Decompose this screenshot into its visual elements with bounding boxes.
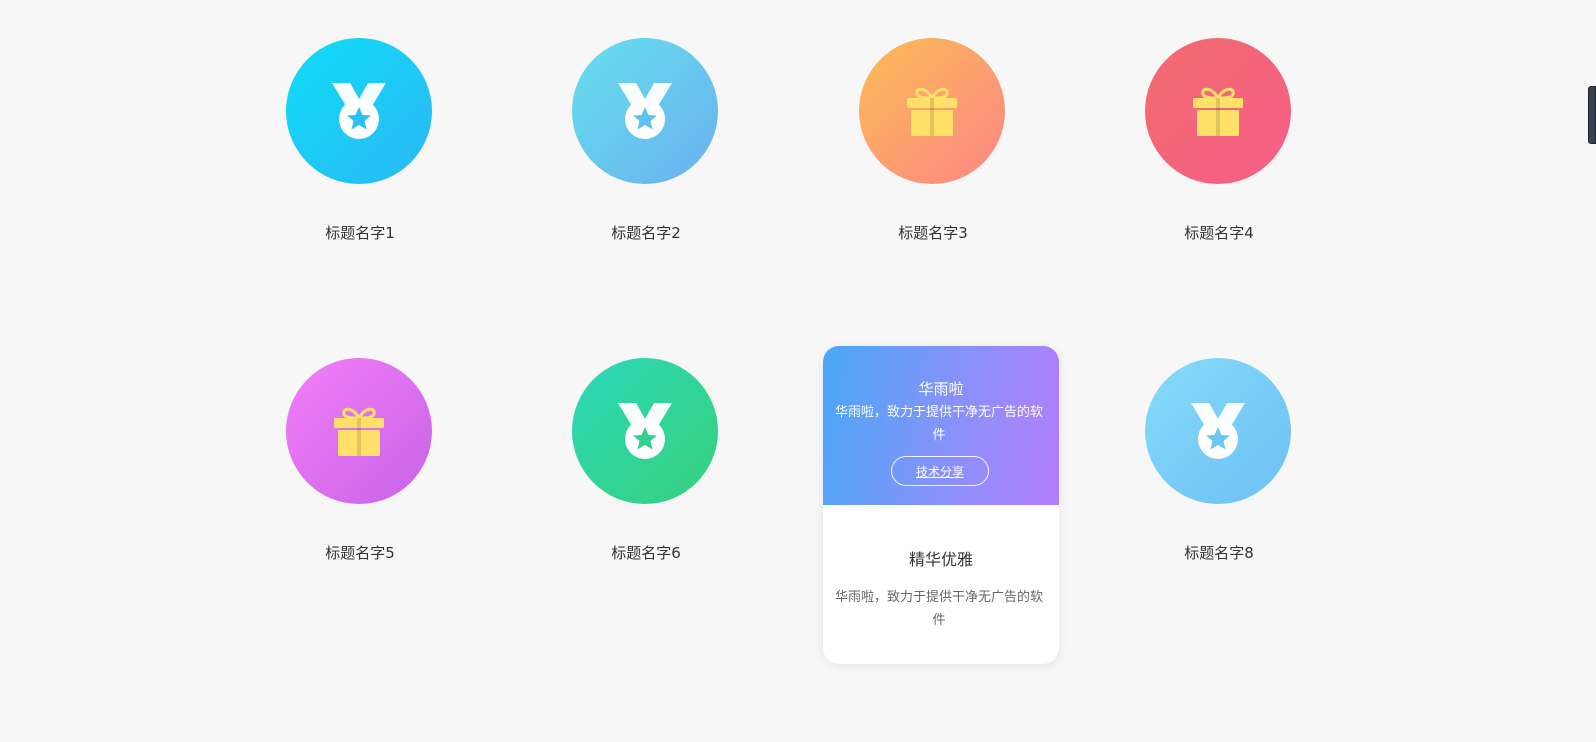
card-8[interactable]: 标题名字8 (1103, 345, 1335, 657)
card-title: 标题名字6 (611, 544, 681, 562)
card-title: 标题名字2 (611, 224, 681, 242)
card-6[interactable]: 标题名字6 (530, 345, 762, 657)
card-description: 华雨啦，致力于提供干净无广告的软件 (835, 590, 1044, 628)
page: 标题名字1 标题名字2 标题名字3 标题名字4 标题名字5 标题名字6 华雨啦 … (0, 0, 1596, 742)
medal-icon (616, 81, 674, 141)
banner-title: 华雨啦 (918, 380, 964, 398)
card-title: 标题名字1 (325, 224, 395, 242)
card-icon-circle (286, 38, 432, 184)
tech-share-button[interactable]: 技术分享 (891, 456, 989, 486)
card-title: 精华优雅 (908, 550, 973, 569)
medal-icon (616, 401, 674, 461)
card-icon-circle (1145, 38, 1291, 184)
card-4[interactable]: 标题名字4 (1103, 25, 1335, 337)
card-icon-circle (572, 38, 718, 184)
card-icon-circle (859, 38, 1005, 184)
card-1[interactable]: 标题名字1 (244, 25, 476, 337)
card-title: 标题名字4 (1184, 224, 1254, 242)
gift-icon (903, 82, 961, 140)
card-7-expanded[interactable]: 华雨啦 华雨啦，致力于提供干净无广告的软件 技术分享 精华优雅 华雨啦，致力于提… (823, 346, 1059, 664)
card-icon-circle (286, 358, 432, 504)
card-5[interactable]: 标题名字5 (244, 345, 476, 657)
card-title: 标题名字3 (898, 224, 968, 242)
side-scroll-handle[interactable] (1588, 86, 1596, 144)
gift-icon (1189, 82, 1247, 140)
medal-icon (330, 81, 388, 141)
card-title: 标题名字8 (1184, 544, 1254, 562)
gift-icon (330, 402, 388, 460)
card-icon-circle (1145, 358, 1291, 504)
banner-description: 华雨啦，致力于提供干净无广告的软件 (835, 405, 1044, 443)
card-2[interactable]: 标题名字2 (530, 25, 762, 337)
card-title: 标题名字5 (325, 544, 395, 562)
card-3[interactable]: 标题名字3 (817, 25, 1049, 337)
card-icon-circle (572, 358, 718, 504)
card-banner: 华雨啦 华雨啦，致力于提供干净无广告的软件 技术分享 (823, 346, 1059, 505)
medal-icon (1189, 401, 1247, 461)
